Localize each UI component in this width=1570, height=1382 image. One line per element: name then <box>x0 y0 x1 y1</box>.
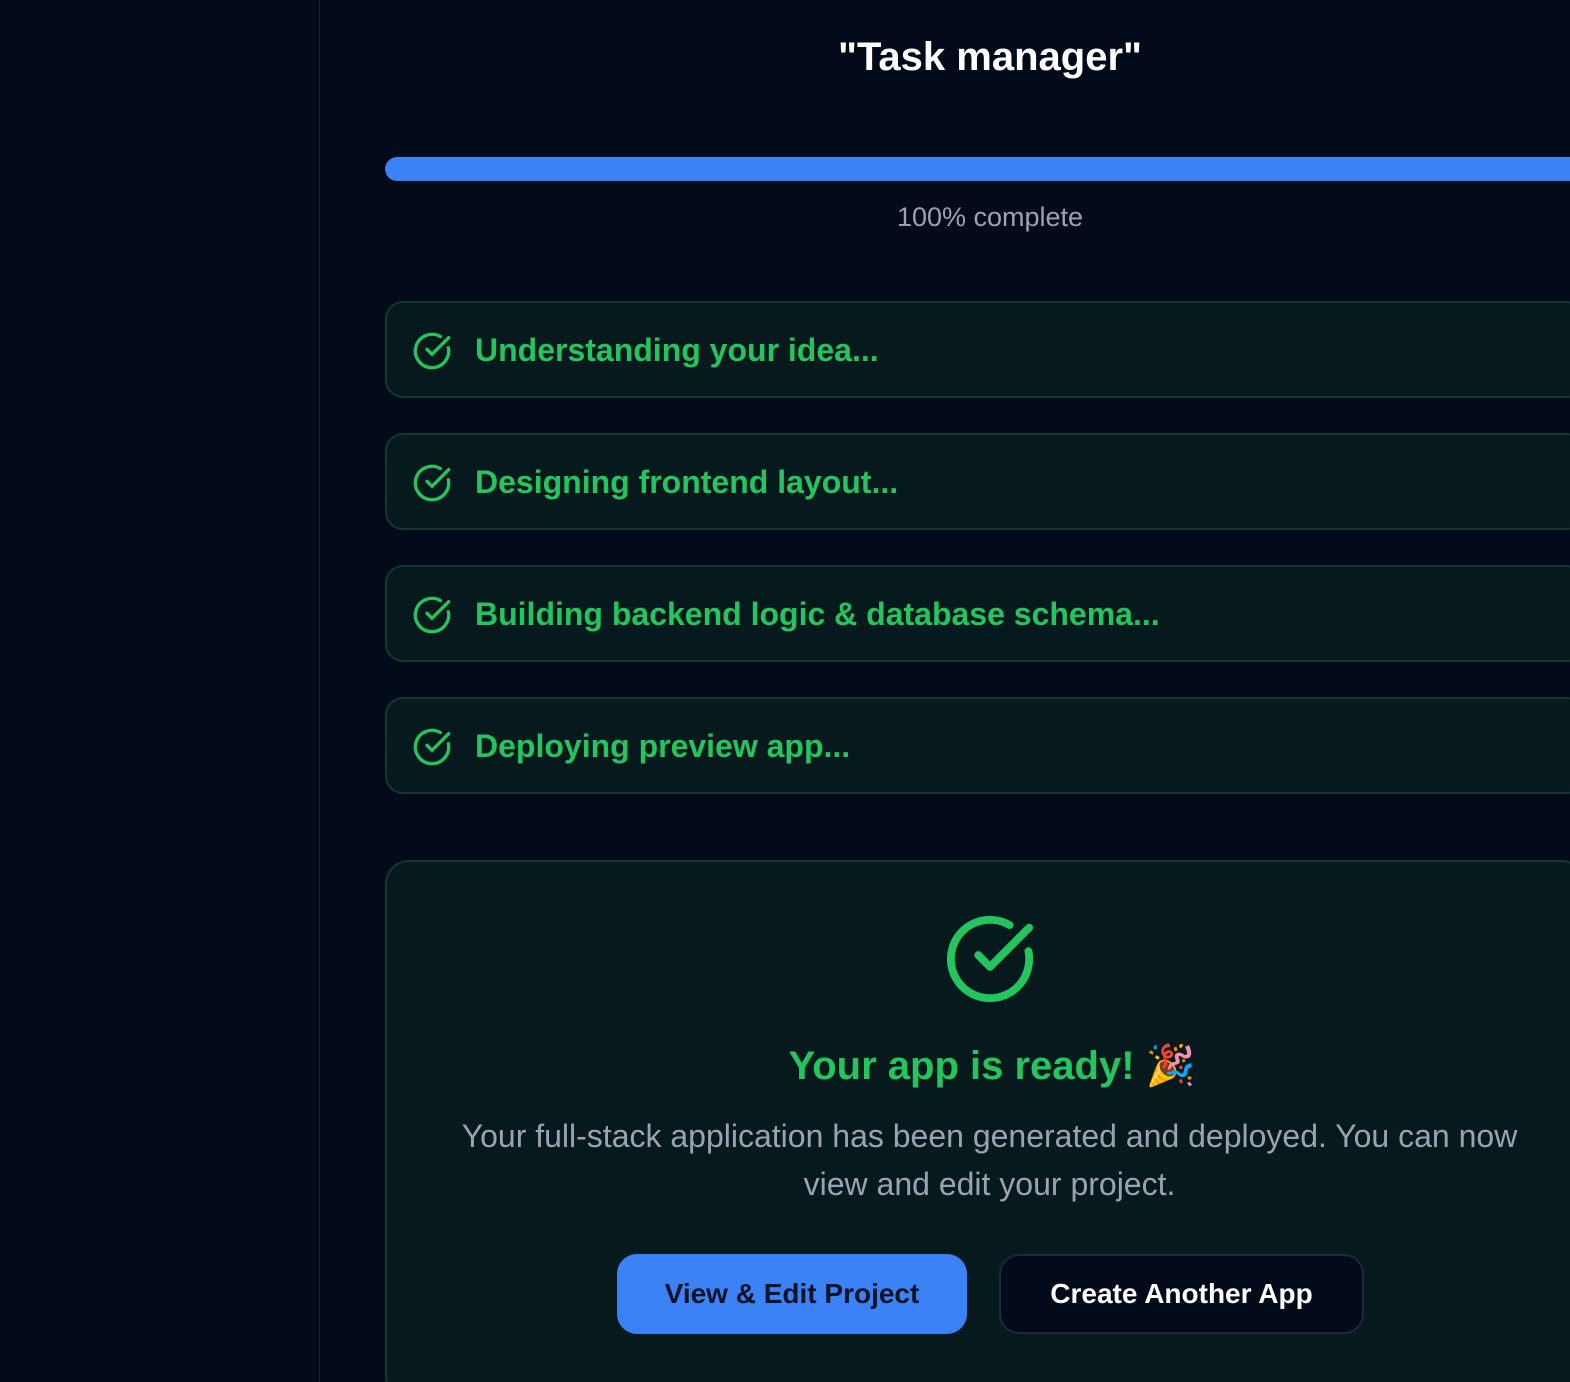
create-another-app-button[interactable]: Create Another App <box>999 1254 1364 1334</box>
step-item: Designing frontend layout... <box>385 433 1570 530</box>
step-label: Building backend logic & database schema… <box>475 596 1160 632</box>
page: "Task manager" 100% complete Understandi… <box>0 0 1570 1382</box>
success-description: Your full-stack application has been gen… <box>461 1118 1518 1202</box>
success-card: Your app is ready! 🎉 Your full-stack app… <box>385 860 1570 1382</box>
check-circle-icon <box>413 728 451 766</box>
step-label: Designing frontend layout... <box>475 464 899 500</box>
view-edit-project-button[interactable]: View & Edit Project <box>617 1254 967 1334</box>
step-label: Understanding your idea... <box>475 332 879 368</box>
check-circle-icon <box>946 915 1034 1003</box>
success-title: Your app is ready! 🎉 <box>788 1044 1196 1088</box>
progress-bar <box>385 157 1570 181</box>
sidebar <box>0 0 320 1382</box>
step-label: Deploying preview app... <box>475 728 851 764</box>
page-title: "Task manager" <box>838 35 1142 79</box>
progress-label: 100% complete <box>896 202 1084 232</box>
step-item: Understanding your idea... <box>385 301 1570 398</box>
step-item: Building backend logic & database schema… <box>385 565 1570 662</box>
progress-bar-fill <box>385 157 1570 181</box>
check-circle-icon <box>413 464 451 502</box>
check-circle-icon <box>413 332 451 370</box>
step-item: Deploying preview app... <box>385 697 1570 794</box>
check-circle-icon <box>413 596 451 634</box>
